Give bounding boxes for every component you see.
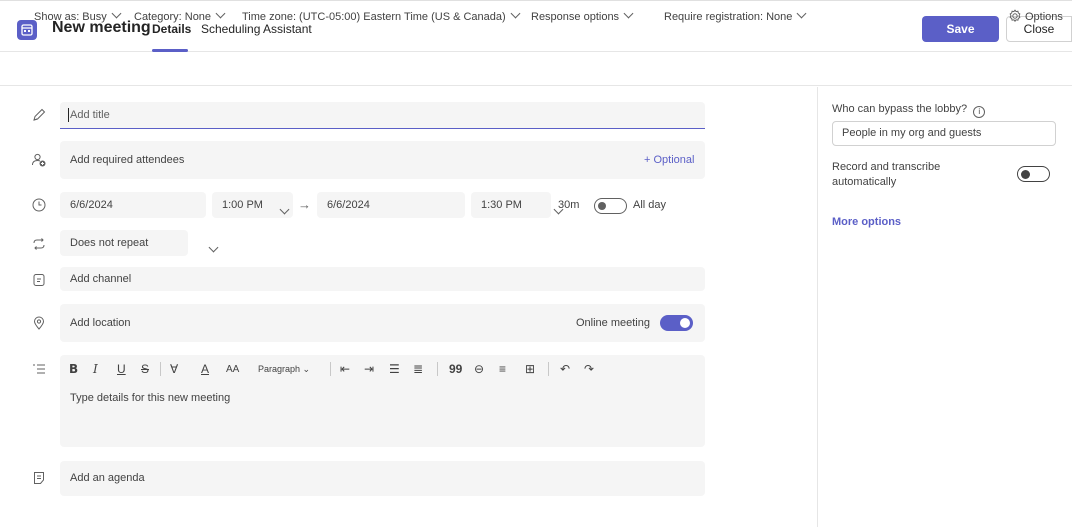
location-placeholder: Add location: [70, 317, 131, 329]
require-registration-label: Require registration: None: [664, 11, 793, 23]
font-size-button[interactable]: AA: [226, 364, 239, 375]
time-zone-label: Time zone: (UTC-05:00) Eastern Time (US …: [242, 11, 506, 23]
all-day-label: All day: [633, 199, 667, 211]
response-options-label: Response options: [531, 11, 620, 23]
category-dropdown[interactable]: Category: None: [134, 8, 226, 23]
toolbar-divider: [330, 362, 331, 376]
title-placeholder: Add title: [70, 109, 110, 121]
optional-attendees-link[interactable]: + Optional: [644, 154, 694, 166]
clock-icon: [31, 197, 47, 216]
start-date-value: 6/6/2024: [70, 199, 113, 211]
title-field[interactable]: [60, 102, 705, 129]
start-time-value: 1:00 PM: [222, 199, 263, 211]
agenda-placeholder: Add an agenda: [70, 472, 145, 484]
horizontal-rule-icon[interactable]: ≡: [499, 362, 506, 376]
show-as-dropdown[interactable]: Show as: Busy: [34, 8, 122, 23]
bypass-lobby-value: People in my org and guests: [842, 127, 982, 139]
pencil-icon: [31, 107, 47, 126]
add-people-icon: [31, 152, 47, 171]
time-zone-dropdown[interactable]: Time zone: (UTC-05:00) Eastern Time (US …: [242, 8, 521, 23]
end-date-value: 6/6/2024: [327, 199, 370, 211]
calendar-app-icon: [17, 20, 37, 40]
chevron-down-icon: [623, 8, 634, 19]
numbered-list-icon[interactable]: ≣: [413, 362, 423, 376]
bypass-lobby-label: Who can bypass the lobby? i: [832, 103, 986, 118]
highlight-button[interactable]: ∀: [170, 362, 178, 376]
info-icon[interactable]: i: [973, 106, 986, 118]
paragraph-label: Paragraph: [258, 364, 301, 374]
category-label: Category: None: [134, 11, 212, 23]
arrow-right-icon: →: [298, 197, 311, 212]
end-time-value: 1:30 PM: [481, 199, 522, 211]
active-tab-indicator: [152, 49, 188, 52]
toolbar-divider: [437, 362, 438, 376]
record-transcribe-toggle[interactable]: [1017, 166, 1050, 182]
italic-button[interactable]: I: [93, 362, 98, 376]
decrease-indent-icon[interactable]: ⇤: [340, 362, 350, 376]
repeat-icon: [31, 236, 47, 255]
redo-icon[interactable]: ↷: [584, 362, 594, 376]
link-icon[interactable]: ⊖: [474, 362, 484, 376]
font-color-button[interactable]: A: [201, 362, 209, 376]
text-cursor: [68, 108, 69, 122]
agenda-field[interactable]: [60, 461, 705, 496]
attendees-placeholder: Add required attendees: [70, 154, 185, 166]
toolbar-divider: [548, 362, 549, 376]
bold-button[interactable]: B: [69, 362, 78, 376]
record-transcribe-label: Record and transcribe automatically: [832, 161, 941, 188]
tab-details[interactable]: Details: [152, 22, 191, 36]
repeat-value: Does not repeat: [70, 237, 149, 249]
chevron-down-icon: [510, 8, 521, 19]
underline-button[interactable]: U: [117, 362, 126, 376]
options-button[interactable]: Options: [1008, 9, 1063, 23]
gear-icon: [1009, 9, 1021, 23]
agenda-notes-icon: [31, 470, 47, 489]
description-placeholder: Type details for this new meeting: [70, 392, 231, 404]
channel-icon: [31, 272, 47, 291]
toolbar-divider: [160, 362, 161, 376]
chevron-down-icon: [208, 242, 219, 253]
options-label: Options: [1025, 11, 1063, 23]
table-icon[interactable]: ⊞: [525, 362, 535, 376]
paragraph-dropdown[interactable]: Paragraph ⌄: [258, 364, 310, 375]
duration-label: 30m: [558, 199, 580, 211]
chevron-down-icon: [215, 8, 226, 19]
pane-divider: [817, 87, 818, 527]
strikethrough-button[interactable]: S: [141, 362, 149, 376]
chevron-down-icon: [111, 8, 122, 19]
quote-icon[interactable]: 99: [449, 362, 462, 376]
save-button[interactable]: Save: [922, 16, 999, 42]
tab-scheduling-assistant[interactable]: Scheduling Assistant: [201, 22, 312, 36]
bypass-lobby-text: Who can bypass the lobby?: [832, 103, 968, 115]
channel-field[interactable]: [60, 267, 705, 291]
online-meeting-toggle[interactable]: [660, 315, 693, 331]
channel-placeholder: Add channel: [70, 273, 132, 285]
location-pin-icon: [31, 315, 47, 334]
require-registration-dropdown[interactable]: Require registration: None: [664, 8, 807, 23]
online-meeting-label: Online meeting: [576, 317, 650, 329]
undo-icon[interactable]: ↶: [560, 362, 570, 376]
response-options-dropdown[interactable]: Response options: [531, 8, 634, 23]
more-options-link[interactable]: More options: [832, 216, 901, 228]
chevron-down-icon: [796, 8, 807, 19]
bullet-list-icon[interactable]: ☰: [389, 362, 400, 376]
increase-indent-icon[interactable]: ⇥: [364, 362, 374, 376]
show-as-label: Show as: Busy: [34, 11, 107, 23]
list-details-icon: [31, 361, 47, 380]
options-bar: [0, 53, 1072, 86]
all-day-toggle[interactable]: [594, 198, 627, 214]
